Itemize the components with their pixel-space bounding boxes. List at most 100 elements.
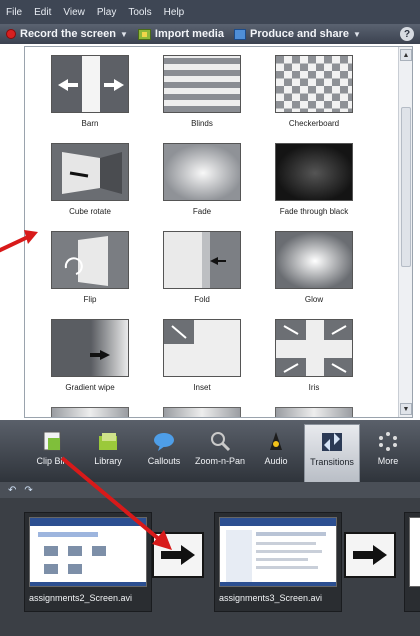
transition-thumbnail-partial (275, 407, 353, 417)
library-icon (96, 430, 120, 452)
menu-item-edit[interactable]: Edit (34, 7, 51, 18)
transition-row-partial (31, 407, 391, 417)
transition-label: Fade through black (279, 207, 349, 216)
tab-label: Transitions (310, 457, 354, 467)
transition-label: Cube rotate (69, 207, 111, 216)
left-margin (0, 44, 24, 420)
scroll-thumb[interactable] (401, 107, 411, 267)
fade-transition-icon (163, 143, 241, 201)
transitions-panel: Barn Blinds Checkerboard Cube rotate Fade Fad… (24, 46, 413, 418)
import-media-label: Import media (154, 28, 224, 40)
timeline-clip-partial[interactable] (404, 512, 420, 612)
transition-label: Flip (83, 295, 97, 304)
produce-share-label: Produce and share (249, 28, 350, 40)
toolbar: Record the screen ▼ Import media Produce… (0, 24, 420, 44)
scroll-down-icon[interactable]: ▼ (400, 403, 412, 415)
transition-item-fade-through-black[interactable]: Fade through black (255, 143, 375, 231)
blinds-transition-icon (163, 55, 241, 113)
import-media-icon (137, 28, 151, 40)
transitions-icon (320, 431, 344, 453)
audio-icon (264, 430, 288, 452)
transition-label: Fold (194, 295, 210, 304)
tab-callouts[interactable]: Callouts (136, 424, 192, 482)
transition-item-checkerboard[interactable]: Checkerboard (255, 55, 375, 143)
transition-item-gradient-wipe[interactable]: Gradient wipe (31, 319, 151, 407)
menu-item-tools[interactable]: Tools (128, 7, 151, 18)
tab-transitions[interactable]: Transitions (304, 424, 360, 482)
menu-item-view[interactable]: View (63, 7, 85, 18)
checkerboard-transition-icon (275, 55, 353, 113)
transition-item-fold[interactable]: Fold (143, 231, 263, 319)
clip-thumbnail (29, 517, 147, 587)
tab-more[interactable]: More (360, 424, 416, 482)
tab-clip-bin[interactable]: Clip Bin (24, 424, 80, 482)
right-arrow-icon (161, 545, 195, 565)
clip-name: assignments2_Screen.avi (29, 593, 133, 603)
tab-label: Library (94, 456, 122, 466)
transition-label: Inset (193, 383, 211, 392)
transition-item-inset[interactable]: Inset (143, 319, 263, 407)
transition-label: Gradient wipe (65, 383, 115, 392)
clip-bin-icon (40, 430, 64, 452)
task-tab-bar: Clip Bin Library Callouts Zoom-n-Pan Audio Tr… (0, 420, 420, 482)
inset-transition-icon (163, 319, 241, 377)
callouts-icon (152, 430, 176, 452)
menu-item-play[interactable]: Play (97, 7, 116, 18)
chevron-down-icon: ▼ (119, 29, 128, 39)
chevron-down-icon: ▼ (353, 29, 361, 39)
tab-library[interactable]: Library (80, 424, 136, 482)
gradient-wipe-transition-icon (51, 319, 129, 377)
transition-item-blinds[interactable]: Blinds (143, 55, 263, 143)
barn-transition-icon (51, 55, 129, 113)
transition-item-cube-rotate[interactable]: Cube rotate (31, 143, 151, 231)
flip-transition-icon (51, 231, 129, 289)
timeline-clip[interactable]: assignments3_Screen.avi (214, 512, 342, 612)
record-icon (6, 29, 16, 39)
timeline: ↶ ↷ assignments2_Screen.avi assignments3… (0, 482, 420, 636)
transition-label: Iris (308, 383, 320, 392)
zoom-icon (208, 430, 232, 452)
vertical-scrollbar[interactable]: ▲ ▼ (398, 47, 412, 417)
record-screen-button[interactable]: Record the screen ▼ (6, 28, 128, 40)
glow-transition-icon (275, 231, 353, 289)
right-arrow-icon (353, 545, 387, 565)
transition-label: Glow (304, 295, 324, 304)
transition-label: Barn (81, 119, 99, 128)
menu-bar: File Edit View Play Tools Help (0, 0, 420, 24)
scroll-up-icon[interactable]: ▲ (400, 49, 412, 61)
clip-name: assignments3_Screen.avi (219, 593, 323, 603)
timeline-clip[interactable]: assignments2_Screen.avi (24, 512, 152, 612)
transition-item-glow[interactable]: Glow (255, 231, 375, 319)
transition-item-fade[interactable]: Fade (143, 143, 263, 231)
help-icon[interactable]: ? (400, 27, 414, 41)
timeline-toolbar: ↶ ↷ (0, 482, 420, 498)
clip-thumbnail-image (220, 518, 336, 586)
timeline-transition[interactable] (152, 532, 204, 578)
transition-item-flip[interactable]: Flip (31, 231, 151, 319)
iris-transition-icon (275, 319, 353, 377)
menu-item-help[interactable]: Help (164, 7, 185, 18)
tab-label: Zoom-n-Pan (194, 456, 246, 466)
transition-item-barn[interactable]: Barn (31, 55, 151, 143)
fold-transition-icon (163, 231, 241, 289)
clip-thumbnail (409, 517, 420, 587)
import-media-button[interactable]: Import media (137, 28, 224, 40)
fade-black-transition-icon (275, 143, 353, 201)
transition-label: Checkerboard (288, 119, 340, 128)
record-screen-label: Record the screen (20, 28, 116, 40)
tab-label: Callouts (147, 456, 181, 466)
undo-icon[interactable]: ↶ (8, 485, 16, 496)
produce-icon (233, 28, 246, 40)
clip-thumbnail-image (30, 518, 146, 586)
redo-icon[interactable]: ↷ (24, 485, 32, 496)
transition-item-iris[interactable]: Iris (255, 319, 375, 407)
cube-rotate-transition-icon (51, 143, 129, 201)
more-icon (376, 430, 400, 452)
timeline-transition[interactable] (344, 532, 396, 578)
produce-share-button[interactable]: Produce and share ▼ (233, 28, 361, 40)
transition-thumbnail-partial (51, 407, 129, 417)
tab-zoom-n-pan[interactable]: Zoom-n-Pan (192, 424, 248, 482)
menu-item-file[interactable]: File (6, 7, 22, 18)
tab-audio[interactable]: Audio (248, 424, 304, 482)
tab-label: Clip Bin (36, 456, 68, 466)
